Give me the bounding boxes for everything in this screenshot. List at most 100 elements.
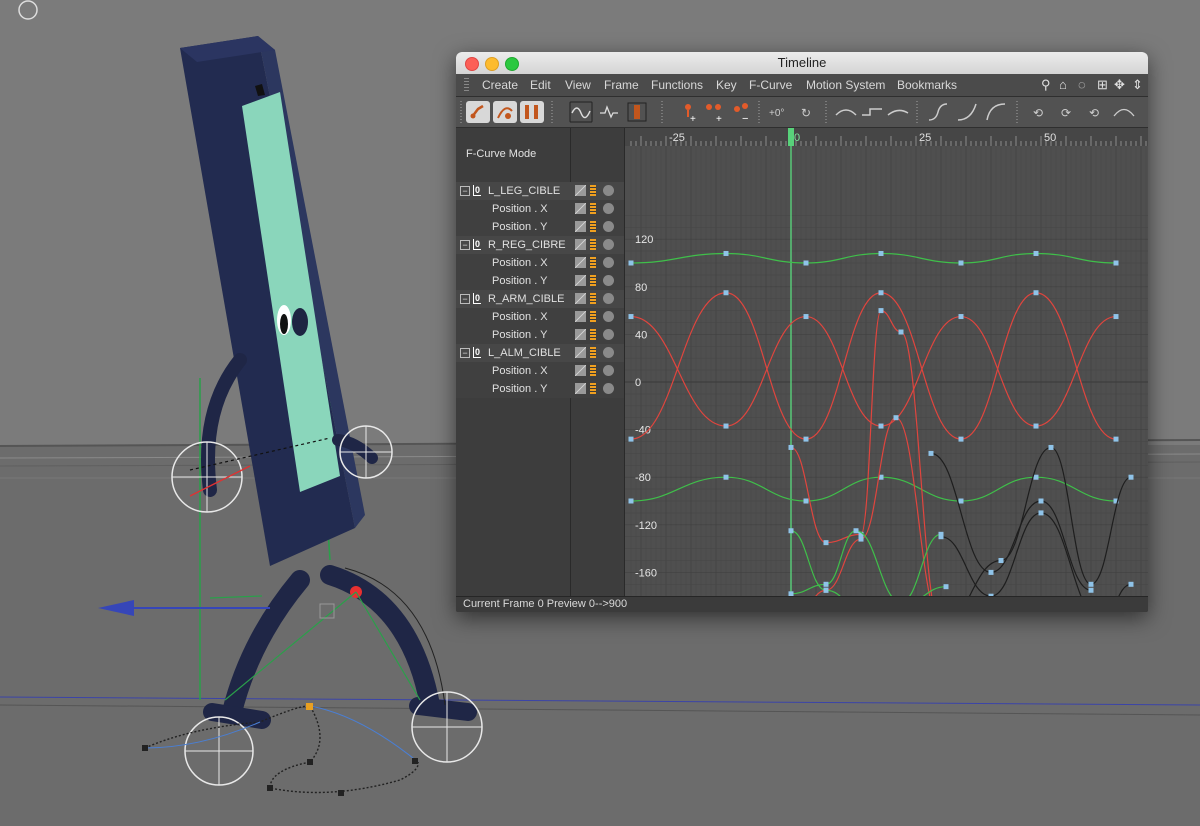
menu-fcurve[interactable]: F-Curve bbox=[749, 78, 792, 92]
dopesheet-mode-icon[interactable] bbox=[520, 101, 544, 123]
solo-dot-icon[interactable] bbox=[603, 257, 614, 268]
menu-view[interactable]: View bbox=[565, 78, 591, 92]
layer-icon[interactable] bbox=[590, 221, 596, 232]
keyframe[interactable] bbox=[803, 260, 809, 266]
curve-toggle-icon[interactable] bbox=[575, 275, 586, 286]
link-icon[interactable]: ◌ bbox=[1078, 77, 1086, 92]
move-icon[interactable]: ✥ bbox=[1114, 77, 1125, 93]
keyframe[interactable] bbox=[723, 250, 729, 256]
layer-icon[interactable] bbox=[590, 347, 596, 358]
fcurve-show-icon[interactable] bbox=[569, 101, 593, 123]
track-property-row[interactable]: Position . Y bbox=[456, 272, 624, 290]
keyframe[interactable] bbox=[1128, 581, 1134, 587]
layer-icon[interactable] bbox=[590, 239, 596, 250]
keyframe[interactable] bbox=[823, 540, 829, 546]
keyframe[interactable] bbox=[788, 528, 794, 534]
lock-icon[interactable]: ⟲ bbox=[1084, 101, 1108, 123]
break-tangent-icon[interactable] bbox=[1112, 101, 1136, 123]
keyframe[interactable] bbox=[1088, 587, 1094, 593]
key-mode-icon[interactable] bbox=[466, 101, 490, 123]
menu-grip-icon[interactable] bbox=[464, 78, 469, 92]
curve-toggle-icon[interactable] bbox=[575, 383, 586, 394]
keyframe[interactable] bbox=[1128, 474, 1134, 480]
collapse-icon[interactable]: − bbox=[460, 186, 470, 196]
spline-icon[interactable] bbox=[926, 101, 950, 123]
track-row[interactable]: −0 R_REG_CIBRE bbox=[456, 236, 624, 254]
add-keys-icon[interactable]: + bbox=[703, 101, 727, 123]
keyframe[interactable] bbox=[628, 260, 634, 266]
track-row[interactable]: −0 L_ALM_CIBLE bbox=[456, 344, 624, 362]
keyframe[interactable] bbox=[628, 314, 634, 320]
menu-edit[interactable]: Edit bbox=[530, 78, 551, 92]
solo-dot-icon[interactable] bbox=[603, 365, 614, 376]
layer-icon[interactable] bbox=[590, 185, 596, 196]
menu-key[interactable]: Key bbox=[716, 78, 737, 92]
curve-toggle-icon[interactable] bbox=[575, 185, 586, 196]
curve-l-leg-y[interactable] bbox=[630, 252, 1117, 264]
keyframe[interactable] bbox=[1033, 250, 1039, 256]
record-icon[interactable] bbox=[625, 101, 649, 123]
auto-key-icon[interactable]: ↻ bbox=[795, 101, 819, 123]
keyframe[interactable] bbox=[1113, 436, 1119, 442]
keyframe[interactable] bbox=[878, 250, 884, 256]
solo-dot-icon[interactable] bbox=[603, 185, 614, 196]
keyframe[interactable] bbox=[723, 290, 729, 296]
keyframe[interactable] bbox=[628, 498, 634, 504]
keyframe[interactable] bbox=[898, 329, 904, 335]
keyframe[interactable] bbox=[988, 569, 994, 575]
ease-icon[interactable] bbox=[834, 101, 858, 123]
track-property-row[interactable]: Position . Y bbox=[456, 380, 624, 398]
zero-length-icon[interactable]: ⟲ bbox=[1028, 101, 1052, 123]
ease-in-icon[interactable] bbox=[955, 101, 979, 123]
keyframe[interactable] bbox=[998, 558, 1004, 563]
keyframe[interactable] bbox=[723, 474, 729, 480]
curve-toggle-icon[interactable] bbox=[575, 203, 586, 214]
keyframe[interactable] bbox=[938, 534, 944, 540]
keyframe[interactable] bbox=[723, 423, 729, 429]
keyframe[interactable] bbox=[788, 444, 794, 450]
linear-icon[interactable] bbox=[886, 101, 910, 123]
layer-icon[interactable] bbox=[590, 311, 596, 322]
curve-toggle-icon[interactable] bbox=[575, 239, 586, 250]
keyframe[interactable] bbox=[958, 498, 964, 504]
solo-dot-icon[interactable] bbox=[603, 311, 614, 322]
keyframe[interactable] bbox=[958, 260, 964, 266]
keyframe[interactable] bbox=[878, 308, 884, 314]
curve-toggle-icon[interactable] bbox=[575, 365, 586, 376]
key-step-icon[interactable] bbox=[597, 101, 621, 123]
keyframe[interactable] bbox=[878, 290, 884, 296]
keyframe[interactable] bbox=[958, 436, 964, 442]
keyframe[interactable] bbox=[943, 584, 949, 590]
keyframe[interactable] bbox=[1113, 314, 1119, 320]
collapse-icon[interactable]: − bbox=[460, 294, 470, 304]
track-property-row[interactable]: Position . X bbox=[456, 308, 624, 326]
keyframe[interactable] bbox=[823, 587, 829, 593]
layer-icon[interactable] bbox=[590, 203, 596, 214]
layer-icon[interactable] bbox=[590, 365, 596, 376]
curve-toggle-icon[interactable] bbox=[575, 347, 586, 358]
keyframe[interactable] bbox=[928, 450, 934, 456]
collapse-icon[interactable]: − bbox=[460, 240, 470, 250]
collapse-icon[interactable]: − bbox=[460, 348, 470, 358]
menu-create[interactable]: Create bbox=[482, 78, 518, 92]
menu-bookmarks[interactable]: Bookmarks bbox=[897, 78, 957, 92]
layer-icon[interactable] bbox=[590, 329, 596, 340]
keyframe[interactable] bbox=[878, 423, 884, 429]
keyframe[interactable] bbox=[858, 536, 864, 542]
curve-toggle-icon[interactable] bbox=[575, 329, 586, 340]
track-property-row[interactable]: Position . Y bbox=[456, 326, 624, 344]
keyframe[interactable] bbox=[823, 581, 829, 587]
keyframe[interactable] bbox=[803, 436, 809, 442]
solo-dot-icon[interactable] bbox=[603, 203, 614, 214]
keyframe[interactable] bbox=[803, 498, 809, 504]
zero-angle-icon[interactable]: ⟳ bbox=[1056, 101, 1080, 123]
window-titlebar[interactable]: Timeline bbox=[456, 52, 1148, 75]
frame-all-icon[interactable]: ⊞ bbox=[1097, 77, 1108, 93]
home-icon[interactable]: ⌂ bbox=[1059, 77, 1067, 92]
solo-dot-icon[interactable] bbox=[603, 221, 614, 232]
curve-toggle-icon[interactable] bbox=[575, 257, 586, 268]
menu-functions[interactable]: Functions bbox=[651, 78, 703, 92]
layer-icon[interactable] bbox=[590, 257, 596, 268]
add-key-icon[interactable]: + bbox=[678, 101, 702, 123]
timeline-window[interactable]: Timeline Create Edit View Frame Function… bbox=[456, 52, 1148, 612]
